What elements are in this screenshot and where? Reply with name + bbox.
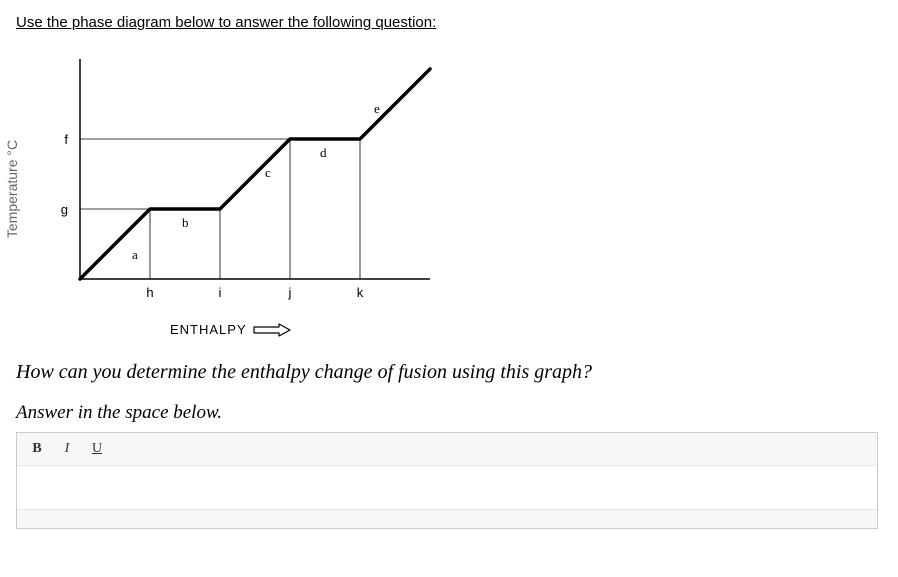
segment-label-d: d: [320, 145, 327, 160]
underline-button[interactable]: U: [83, 437, 111, 461]
x-axis-label: ENTHALPY: [170, 322, 247, 337]
answer-prompt: Answer in the space below.: [16, 402, 882, 424]
bold-button[interactable]: B: [23, 437, 51, 461]
chart-svg: g f h i j k a b c d e: [40, 39, 440, 309]
rich-text-editor: B I U: [16, 432, 878, 529]
y-axis-label: Temperature °C: [4, 140, 20, 238]
editor-toolbar: B I U: [17, 433, 877, 466]
arrow-right-icon: [253, 323, 291, 337]
segment-label-c: c: [265, 165, 271, 180]
x-tick-h: h: [146, 285, 153, 300]
segment-label-a: a: [132, 247, 138, 262]
y-tick-g: g: [61, 202, 68, 217]
segment-label-e: e: [374, 101, 380, 116]
segment-label-b: b: [182, 215, 189, 230]
editor-statusbar: [17, 510, 877, 528]
x-tick-k: k: [357, 285, 364, 300]
phase-diagram-chart: Temperature °C g f h i j k a b c d e ENT…: [20, 39, 460, 339]
question-text: How can you determine the enthalpy chang…: [16, 361, 882, 384]
instruction-text: Use the phase diagram below to answer th…: [16, 14, 882, 31]
x-tick-i: i: [219, 285, 222, 300]
italic-button[interactable]: I: [53, 437, 81, 461]
x-tick-j: j: [288, 285, 292, 300]
answer-input[interactable]: [17, 466, 877, 510]
y-tick-f: f: [64, 132, 68, 147]
